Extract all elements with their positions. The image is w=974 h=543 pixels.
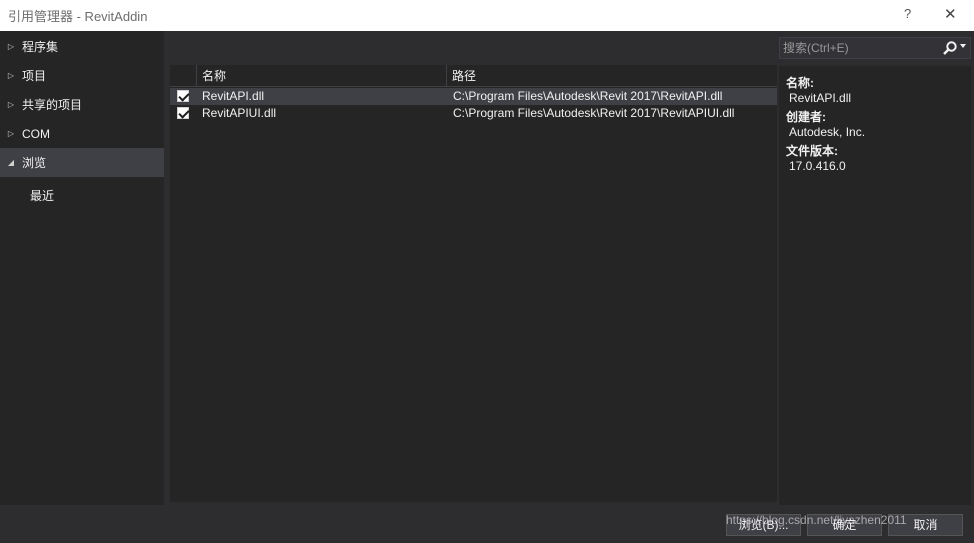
reference-list[interactable]: 名称 路径 RevitAPI.dll C:\Program Files\Auto… xyxy=(170,65,777,502)
sidebar-item-projects[interactable]: ▷ 项目 xyxy=(0,61,164,90)
name-label: 名称: xyxy=(786,76,814,90)
sidebar-item-shared-projects[interactable]: ▷ 共享的项目 xyxy=(0,90,164,119)
sidebar-item-assemblies[interactable]: ▷ 程序集 xyxy=(0,32,164,61)
close-button[interactable]: ✕ xyxy=(944,5,957,23)
expand-arrow-icon: ▷ xyxy=(7,100,15,109)
table-row[interactable]: RevitAPIUI.dll C:\Program Files\Autodesk… xyxy=(170,105,777,122)
toolbar-area xyxy=(164,31,777,65)
table-row[interactable]: RevitAPI.dll C:\Program Files\Autodesk\R… xyxy=(170,88,777,105)
row-name: RevitAPIUI.dll xyxy=(202,106,277,120)
author-value: Autodesk, Inc. xyxy=(789,125,866,139)
version-label: 文件版本: xyxy=(786,144,838,158)
details-panel: 名称: RevitAPI.dll 创建者: Autodesk, Inc. 文件版… xyxy=(779,66,971,505)
expand-arrow-icon: ▷ xyxy=(7,71,15,80)
title-bar: 引用管理器 - RevitAddin ? ✕ xyxy=(0,0,974,31)
cancel-button[interactable]: 取消 xyxy=(888,514,963,536)
search-options-dropdown-icon[interactable] xyxy=(960,44,966,48)
sidebar-item-label: 程序集 xyxy=(22,40,59,54)
sidebar-item-label: 浏览 xyxy=(22,156,47,170)
name-value: RevitAPI.dll xyxy=(789,91,852,105)
search-icon[interactable] xyxy=(942,40,958,56)
expand-arrow-icon: ▷ xyxy=(7,42,15,51)
collapse-arrow-icon: ◢ xyxy=(7,158,15,167)
sidebar-item-label: COM xyxy=(22,126,50,141)
sidebar-item-com[interactable]: ▷ COM xyxy=(0,119,164,148)
search-box xyxy=(779,37,971,59)
sidebar-item-label: 项目 xyxy=(22,69,47,83)
sidebar-item-recent[interactable]: 最近 xyxy=(30,187,54,204)
expand-arrow-icon: ▷ xyxy=(7,129,15,138)
ok-button[interactable]: 确定 xyxy=(807,514,882,536)
row-path: C:\Program Files\Autodesk\Revit 2017\Rev… xyxy=(453,106,735,120)
browse-button[interactable]: 浏览(B)... xyxy=(726,514,801,536)
author-label: 创建者: xyxy=(786,110,826,124)
search-input[interactable] xyxy=(783,39,938,57)
help-button[interactable]: ? xyxy=(904,6,911,21)
version-value: 17.0.416.0 xyxy=(789,159,846,173)
column-header-path[interactable]: 路径 xyxy=(447,65,476,87)
row-path: C:\Program Files\Autodesk\Revit 2017\Rev… xyxy=(453,89,723,103)
dialog-footer: 浏览(B)... 确定 取消 xyxy=(0,505,974,543)
row-checkbox[interactable] xyxy=(177,107,189,119)
window-title: 引用管理器 - RevitAddin xyxy=(8,9,148,24)
row-name: RevitAPI.dll xyxy=(202,89,265,103)
row-checkbox[interactable] xyxy=(177,90,189,102)
sidebar: ▷ 程序集 ▷ 项目 ▷ 共享的项目 ▷ COM ◢ 浏览 最近 xyxy=(0,31,164,505)
sidebar-item-label: 共享的项目 xyxy=(22,98,83,112)
sidebar-item-browse[interactable]: ◢ 浏览 xyxy=(0,148,164,177)
column-header-name[interactable]: 名称 xyxy=(197,65,226,87)
list-header: 名称 路径 xyxy=(170,65,777,87)
